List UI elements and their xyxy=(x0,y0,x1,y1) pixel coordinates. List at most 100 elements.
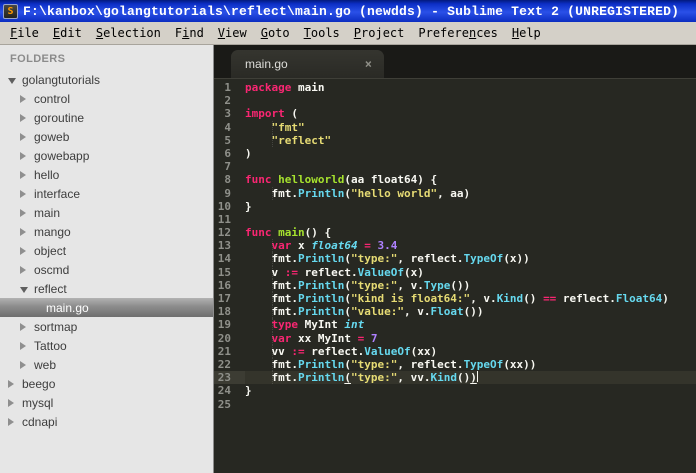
chevron-right-icon[interactable] xyxy=(20,170,32,179)
chevron-right-icon[interactable] xyxy=(20,265,32,274)
indent-guide xyxy=(272,133,273,147)
chevron-right-icon[interactable] xyxy=(20,208,32,217)
code-line-1[interactable]: 1 package main xyxy=(214,81,696,94)
menu-help[interactable]: Help xyxy=(505,23,548,43)
folder-item-mysql[interactable]: mysql xyxy=(0,393,213,412)
line-number: 3 xyxy=(224,107,231,121)
editor-pane: main.go × 1 package main 2 3 import (4 "fmt"… xyxy=(214,45,696,473)
tree-item-label: gowebapp xyxy=(34,148,90,163)
tab-close-icon[interactable]: × xyxy=(365,57,372,71)
menu-preferences[interactable]: Preferences xyxy=(411,23,505,43)
code-line-17[interactable]: 17 fmt.Println("kind is float64:", v.Kin… xyxy=(214,292,696,306)
code-line-7[interactable]: 7 xyxy=(214,160,696,173)
folder-item-beego[interactable]: beego xyxy=(0,374,213,393)
folder-item-web[interactable]: web xyxy=(0,355,213,374)
code-line-15[interactable]: 15 v := reflect.ValueOf(x) xyxy=(214,265,696,279)
code-line-4[interactable]: 4 "fmt" xyxy=(214,120,696,134)
folder-item-interface[interactable]: interface xyxy=(0,184,213,203)
code-line-6[interactable]: 6) xyxy=(214,147,696,160)
chevron-right-icon[interactable] xyxy=(20,322,32,331)
indent-guide xyxy=(272,371,273,385)
line-number: 20 xyxy=(217,331,231,345)
code-line-19[interactable]: 19 type MyInt int xyxy=(214,318,696,332)
indent-guide xyxy=(272,252,273,266)
code-line-21[interactable]: 21 vv := reflect.ValueOf(xx) xyxy=(214,344,696,358)
folder-item-main[interactable]: main xyxy=(0,203,213,222)
menu-goto[interactable]: Goto xyxy=(254,23,297,43)
folder-item-hello[interactable]: hello xyxy=(0,165,213,184)
chevron-right-icon[interactable] xyxy=(20,246,32,255)
chevron-right-icon[interactable] xyxy=(20,360,32,369)
line-number: 15 xyxy=(217,265,231,279)
text-cursor xyxy=(476,371,478,383)
line-text: "fmt" xyxy=(271,120,305,134)
code-line-2[interactable]: 2 xyxy=(214,94,696,107)
code-line-3[interactable]: 3 import ( xyxy=(214,107,696,120)
menu-project[interactable]: Project xyxy=(347,23,412,43)
menu-find[interactable]: Find xyxy=(168,23,211,43)
code-line-13[interactable]: 13 var x float64 = 3.4 xyxy=(214,239,696,253)
folder-item-goroutine[interactable]: goroutine xyxy=(0,108,213,127)
chevron-right-icon[interactable] xyxy=(20,132,32,141)
line-number: 8 xyxy=(224,173,231,187)
folder-item-tattoo[interactable]: Tattoo xyxy=(0,336,213,355)
code-line-5[interactable]: 5 "reflect" xyxy=(214,133,696,147)
folder-item-oscmd[interactable]: oscmd xyxy=(0,260,213,279)
indent-guide xyxy=(272,265,273,279)
chevron-down-icon[interactable] xyxy=(8,76,20,84)
code-line-11[interactable]: 11 xyxy=(214,213,696,226)
folder-item-gowebapp[interactable]: gowebapp xyxy=(0,146,213,165)
code-line-16[interactable]: 16 fmt.Println("type:", v.Type()) xyxy=(214,278,696,292)
folder-item-reflect[interactable]: reflect xyxy=(0,279,213,298)
tree-item-label: goweb xyxy=(34,129,70,144)
chevron-down-icon[interactable] xyxy=(20,285,32,293)
menu-tools[interactable]: Tools xyxy=(297,23,347,43)
code-line-8[interactable]: 8 func helloworld(aa float64) { xyxy=(214,173,696,186)
folder-item-control[interactable]: control xyxy=(0,89,213,108)
folders-header: FOLDERS xyxy=(10,53,66,65)
code-line-9[interactable]: 9 fmt.Println("hello world", aa) xyxy=(214,186,696,200)
code-line-22[interactable]: 22 fmt.Println("type:", reflect.TypeOf(x… xyxy=(214,357,696,372)
line-number: 21 xyxy=(217,344,231,358)
folder-item-object[interactable]: object xyxy=(0,241,213,260)
sublime-text-app-icon: S xyxy=(3,3,18,19)
indent-guide xyxy=(272,357,273,372)
folder-item-mango[interactable]: mango xyxy=(0,222,213,241)
chevron-right-icon[interactable] xyxy=(20,151,32,160)
line-text: vv := reflect.ValueOf(xx) xyxy=(245,344,438,358)
tab-main-go[interactable]: main.go × xyxy=(231,50,384,78)
chevron-right-icon[interactable] xyxy=(8,417,20,426)
menu-selection[interactable]: Selection xyxy=(89,23,168,43)
menu-view[interactable]: View xyxy=(211,23,254,43)
chevron-right-icon[interactable] xyxy=(20,189,32,198)
chevron-right-icon[interactable] xyxy=(20,227,32,236)
chevron-right-icon[interactable] xyxy=(8,379,20,388)
code-line-18[interactable]: 18 fmt.Println("value:", v.Float()) xyxy=(214,305,696,319)
tree-item-label: mysql xyxy=(22,395,54,410)
code-editor[interactable]: 1 package main 2 3 import (4 "fmt" 5 "reflect… xyxy=(214,78,696,473)
chevron-right-icon[interactable] xyxy=(20,94,32,103)
folder-item-golangtutorials[interactable]: golangtutorials xyxy=(0,70,213,89)
folder-item-cdnapi[interactable]: cdnapi xyxy=(0,412,213,431)
code-line-12[interactable]: 12 func main() { xyxy=(214,226,696,239)
line-text: } xyxy=(245,199,252,213)
code-line-25[interactable]: 25 xyxy=(214,398,696,411)
line-text: type MyInt int xyxy=(271,318,365,332)
indent-guide xyxy=(272,120,273,134)
chevron-right-icon[interactable] xyxy=(8,398,20,407)
code-line-20[interactable]: 20 var xx MyInt = 7 xyxy=(214,331,696,345)
chevron-right-icon[interactable] xyxy=(20,341,32,350)
chevron-right-icon[interactable] xyxy=(20,113,32,122)
folder-item-sortmap[interactable]: sortmap xyxy=(0,317,213,336)
code-line-24[interactable]: 24} xyxy=(214,384,696,397)
file-item-main-go[interactable]: main.go xyxy=(0,298,213,317)
code-line-14[interactable]: 14 fmt.Println("type:", reflect.TypeOf(x… xyxy=(214,252,696,266)
line-number: 10 xyxy=(217,199,231,213)
code-line-10[interactable]: 10} xyxy=(214,200,696,213)
code-line-23[interactable]: 23 fmt.Println("type:", vv.Kind()) xyxy=(214,371,696,385)
menu-file[interactable]: File xyxy=(3,23,46,43)
line-number: 7 xyxy=(224,160,231,174)
folder-item-goweb[interactable]: goweb xyxy=(0,127,213,146)
menu-edit[interactable]: Edit xyxy=(46,23,89,43)
line-number: 6 xyxy=(224,146,231,160)
